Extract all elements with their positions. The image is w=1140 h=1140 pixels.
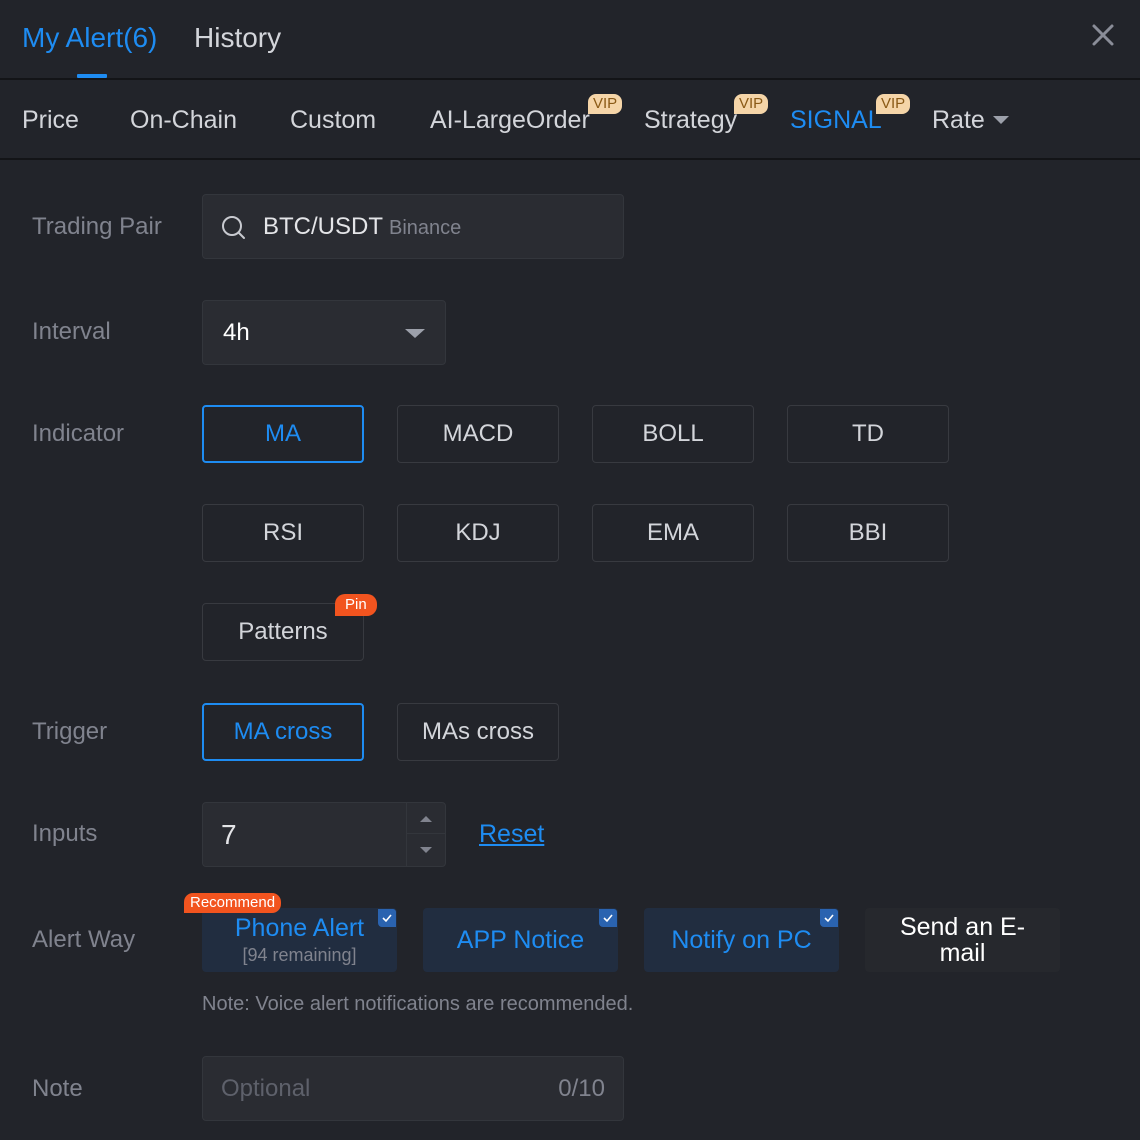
close-icon[interactable]	[1090, 22, 1116, 48]
caret-up-icon	[420, 816, 432, 822]
category-tab-rate[interactable]: Rate	[932, 106, 1009, 135]
trading-pair-input[interactable]: BTC/USDT Binance	[202, 194, 624, 259]
inputs-value: 7	[221, 819, 237, 850]
indicator-macd[interactable]: MACD	[397, 405, 559, 463]
indicator-bbi[interactable]: BBI	[787, 504, 949, 562]
category-tab-custom[interactable]: Custom	[290, 106, 376, 135]
category-tab-bar: Price On-Chain Custom AI-LargeOrder VIP …	[0, 82, 1140, 160]
caret-down-icon	[420, 847, 432, 853]
search-icon	[221, 215, 247, 241]
category-tab-price[interactable]: Price	[22, 106, 79, 135]
indicator-td[interactable]: TD	[787, 405, 949, 463]
trading-pair-value: BTC/USDT	[263, 213, 383, 240]
category-tab-ai-largeorder[interactable]: AI-LargeOrder	[430, 106, 590, 135]
vip-badge: VIP	[588, 94, 623, 114]
checkmark-icon	[378, 909, 396, 927]
interval-select[interactable]: 4h	[202, 300, 446, 365]
note-placeholder: Optional	[221, 1075, 311, 1102]
interval-label: Interval	[32, 318, 111, 345]
category-tab-strategy[interactable]: Strategy	[644, 106, 737, 135]
alert-way-phone[interactable]: Phone Alert [94 remaining]	[202, 908, 397, 972]
indicator-ma[interactable]: MA	[202, 405, 364, 463]
reset-link[interactable]: Reset	[479, 820, 544, 849]
alert-way-email[interactable]: Send an E-mail	[865, 908, 1060, 972]
indicator-boll[interactable]: BOLL	[592, 405, 754, 463]
indicator-rsi[interactable]: RSI	[202, 504, 364, 562]
phone-alert-remaining: [94 remaining]	[242, 945, 357, 965]
phone-alert-label: Phone Alert	[234, 914, 365, 942]
note-input[interactable]: Optional 0/10	[202, 1056, 624, 1121]
note-char-count: 0/10	[558, 1075, 605, 1102]
indicator-kdj[interactable]: KDJ	[397, 504, 559, 562]
app-notice-label: APP Notice	[456, 925, 585, 954]
note-label: Note	[32, 1075, 83, 1102]
recommend-badge: Recommend	[184, 893, 282, 913]
pin-badge: Pin	[335, 594, 377, 616]
alert-way-app[interactable]: APP Notice	[423, 908, 618, 972]
trigger-label: Trigger	[32, 718, 108, 745]
inputs-label: Inputs	[32, 820, 98, 847]
interval-value: 4h	[223, 319, 250, 346]
trigger-mas-cross[interactable]: MAs cross	[397, 703, 559, 761]
trigger-ma-cross[interactable]: MA cross	[202, 703, 364, 761]
vip-badge: VIP	[734, 94, 769, 114]
tab-history[interactable]: History	[194, 22, 281, 54]
top-tab-bar: My Alert(6) History	[0, 0, 1140, 80]
indicator-label: Indicator	[32, 420, 125, 447]
quantity-stepper	[406, 803, 446, 866]
exchange-name: Binance	[389, 217, 462, 239]
rate-label: Rate	[932, 106, 985, 134]
alert-way-pc[interactable]: Notify on PC	[644, 908, 839, 972]
checkmark-icon	[820, 909, 838, 927]
category-tab-signal[interactable]: SIGNAL	[790, 106, 882, 135]
notify-pc-label: Notify on PC	[671, 925, 812, 954]
vip-badge: VIP	[876, 94, 911, 114]
active-tab-indicator	[77, 74, 107, 78]
category-tab-on-chain[interactable]: On-Chain	[130, 106, 237, 135]
increment-button[interactable]	[407, 803, 446, 834]
alert-way-hint: Note: Voice alert notifications are reco…	[202, 993, 634, 1015]
indicator-ema[interactable]: EMA	[592, 504, 754, 562]
alert-way-label: Alert Way	[32, 926, 136, 953]
email-label: Send an E-mail	[899, 913, 1026, 967]
decrement-button[interactable]	[407, 835, 446, 866]
trading-pair-label: Trading Pair	[32, 213, 162, 240]
checkmark-icon	[599, 909, 617, 927]
chevron-down-icon	[992, 115, 1009, 124]
tab-my-alert[interactable]: My Alert(6)	[22, 22, 157, 54]
chevron-down-icon	[405, 329, 425, 338]
inputs-number-field[interactable]: 7	[202, 802, 446, 867]
